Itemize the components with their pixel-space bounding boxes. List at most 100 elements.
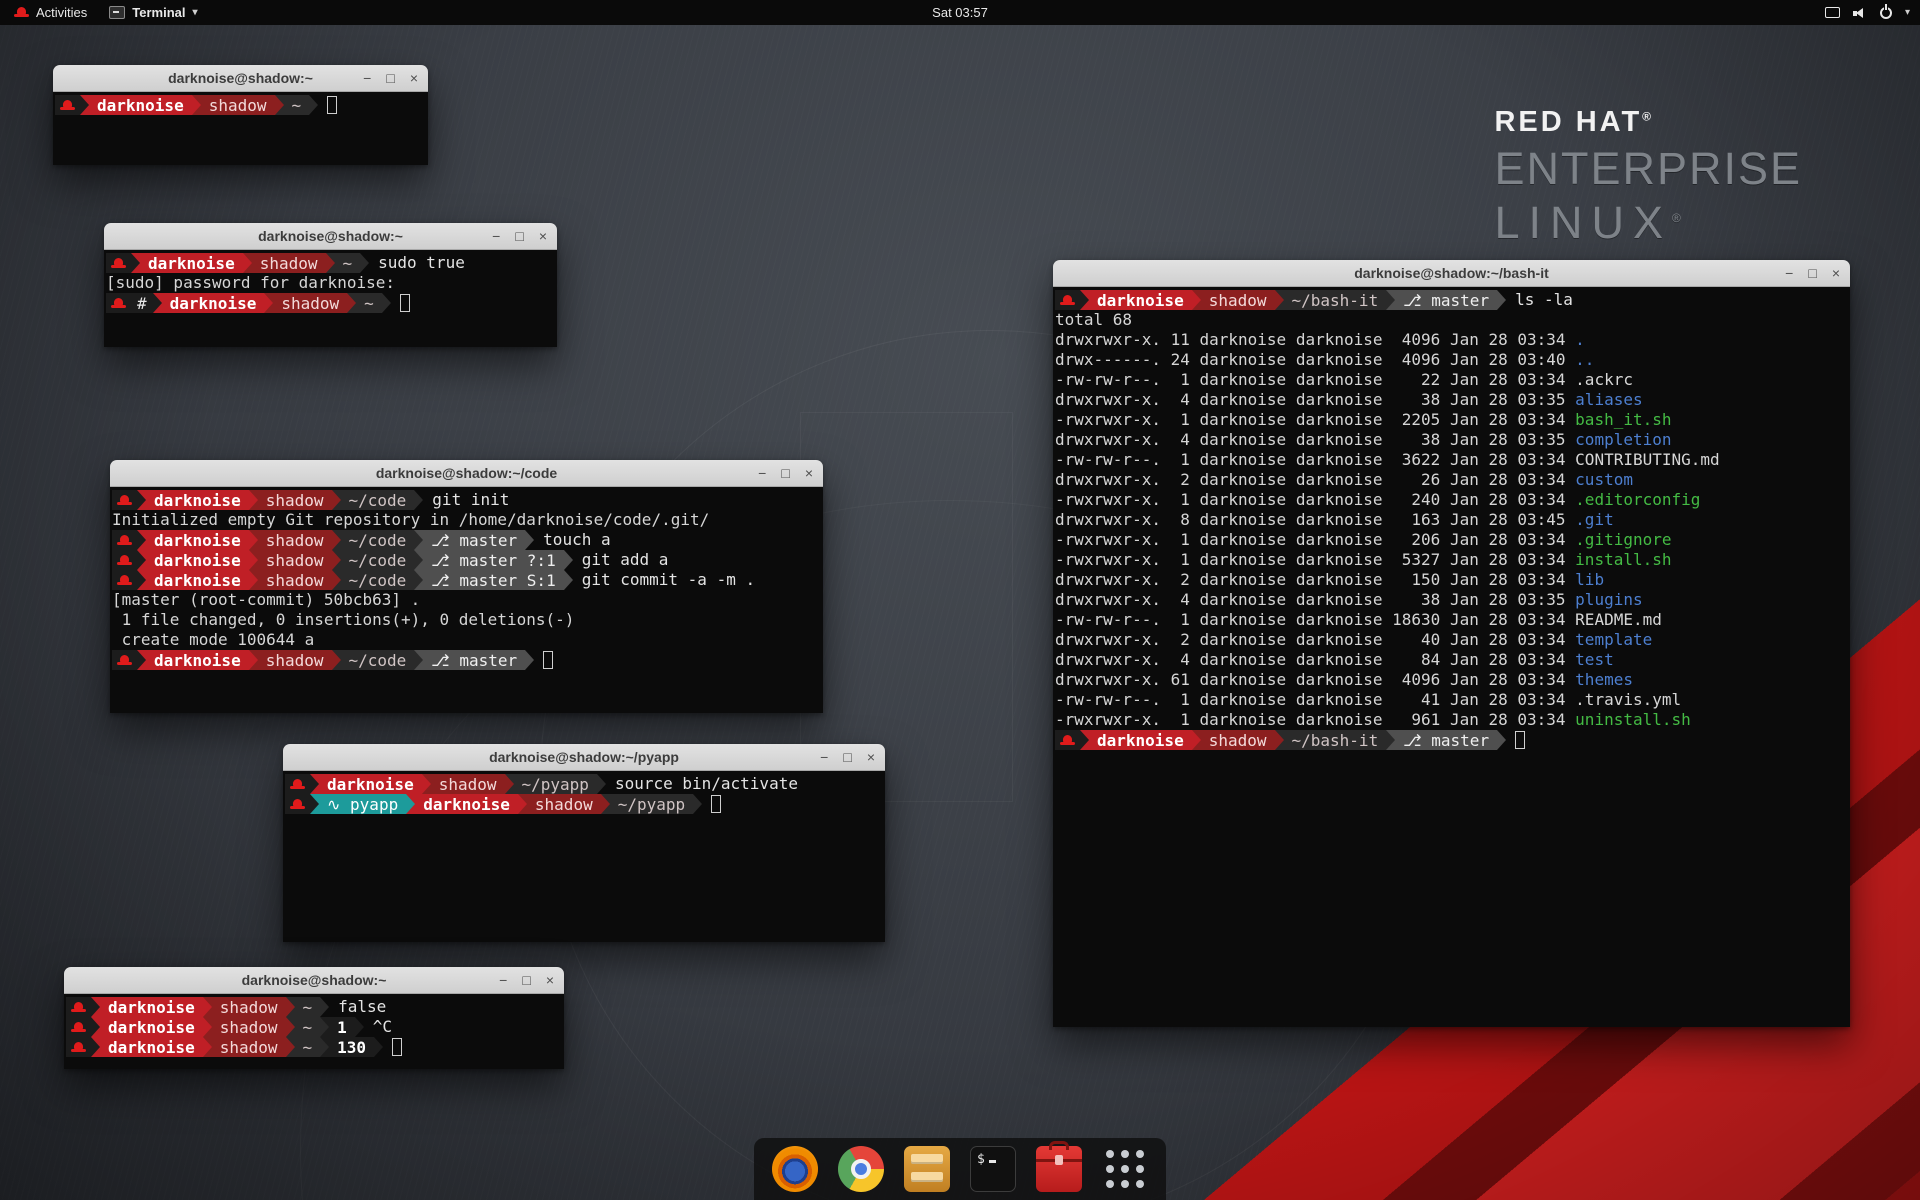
window-titlebar[interactable]: darknoise@shadow:~/bash-it−□× bbox=[1053, 260, 1850, 287]
terminal-line: [master (root-commit) 50bcb63] . bbox=[112, 590, 821, 610]
terminal-line: darknoiseshadow~/codegit init bbox=[112, 490, 821, 510]
close-button[interactable]: × bbox=[539, 229, 547, 243]
chevron-down-icon: ▾ bbox=[193, 7, 198, 18]
activities-button[interactable]: Activities bbox=[8, 5, 93, 20]
prompt-segment-git: ⎇ master S:1 bbox=[423, 570, 563, 590]
terminal-cursor bbox=[711, 795, 721, 813]
dock-chrome-icon[interactable] bbox=[838, 1146, 884, 1192]
terminal-line: darknoiseshadow~/bash-it⎇ masterls -la bbox=[1055, 290, 1848, 310]
close-button[interactable]: × bbox=[546, 973, 554, 987]
close-button[interactable]: × bbox=[867, 750, 875, 764]
prompt-segment-host: shadow bbox=[431, 774, 505, 794]
output-text: -rw-rw-r--. 1 darknoise darknoise 18630 … bbox=[1055, 610, 1575, 630]
minimize-button[interactable]: − bbox=[363, 71, 371, 85]
powerline-separator bbox=[1192, 730, 1201, 750]
minimize-button[interactable]: − bbox=[499, 973, 507, 987]
window-titlebar[interactable]: darknoise@shadow:~−□× bbox=[64, 967, 564, 994]
terminal-line: darknoiseshadow~/pyappsource bin/activat… bbox=[285, 774, 883, 794]
close-button[interactable]: × bbox=[805, 466, 813, 480]
window-controls: − □ × bbox=[499, 967, 554, 993]
powerline-separator bbox=[153, 293, 162, 313]
dock-terminal-icon[interactable]: $ bbox=[970, 1146, 1016, 1192]
prompt-segment-host: shadow bbox=[258, 650, 332, 670]
maximize-button[interactable]: □ bbox=[386, 71, 394, 85]
minimize-button[interactable]: − bbox=[492, 229, 500, 243]
command-text: git init bbox=[423, 490, 509, 510]
terminal-window[interactable]: darknoise@shadow:~−□×darknoiseshadow~sud… bbox=[104, 223, 557, 347]
powerline-separator bbox=[414, 650, 423, 670]
prompt-segment-user: darknoise bbox=[146, 530, 249, 550]
power-icon[interactable] bbox=[1880, 7, 1892, 19]
maximize-button[interactable]: □ bbox=[781, 466, 789, 480]
powerline-separator bbox=[414, 530, 423, 550]
output-text: .ackrc bbox=[1575, 370, 1633, 390]
dock-app-grid-icon[interactable] bbox=[1102, 1146, 1148, 1192]
app-menu-button[interactable]: Terminal ▾ bbox=[109, 5, 197, 20]
output-text: -rwxrwxr-x. 1 darknoise darknoise 206 Ja… bbox=[1055, 530, 1575, 550]
terminal-content[interactable]: darknoiseshadow~/pyappsource bin/activat… bbox=[283, 771, 885, 942]
prompt-segment-user: darknoise bbox=[1089, 290, 1192, 310]
terminal-line: darknoiseshadow~/bash-it⎇ master bbox=[1055, 730, 1848, 750]
prompt-segment-user: darknoise bbox=[146, 650, 249, 670]
terminal-content[interactable]: darknoiseshadow~/bash-it⎇ masterls -lato… bbox=[1053, 287, 1850, 1027]
directory-name: aliases bbox=[1575, 390, 1642, 410]
terminal-line: -rw-rw-r--. 1 darknoise darknoise 22 Jan… bbox=[1055, 370, 1848, 390]
dock-firefox-icon[interactable] bbox=[772, 1146, 818, 1192]
display-icon[interactable] bbox=[1825, 7, 1840, 18]
terminal-line: darknoiseshadow~/code⎇ mastertouch a bbox=[112, 530, 821, 550]
minimize-button[interactable]: − bbox=[758, 466, 766, 480]
output-text: -rwxrwxr-x. 1 darknoise darknoise 2205 J… bbox=[1055, 410, 1575, 430]
powerline-separator bbox=[320, 997, 329, 1017]
redhat-prompt-icon bbox=[112, 490, 137, 510]
terminal-line: darknoiseshadow~ bbox=[55, 95, 426, 115]
maximize-button[interactable]: □ bbox=[515, 229, 523, 243]
window-titlebar[interactable]: darknoise@shadow:~−□× bbox=[104, 223, 557, 250]
close-button[interactable]: × bbox=[1832, 266, 1840, 280]
terminal-content[interactable]: darknoiseshadow~ bbox=[53, 92, 428, 165]
maximize-button[interactable]: □ bbox=[522, 973, 530, 987]
terminal-content[interactable]: darknoiseshadow~falsedarknoiseshadow~1^C… bbox=[64, 994, 564, 1069]
terminal-content[interactable]: darknoiseshadow~/codegit initInitialized… bbox=[110, 487, 823, 713]
minimize-button[interactable]: − bbox=[1785, 266, 1793, 280]
terminal-window[interactable]: darknoise@shadow:~/code−□×darknoiseshado… bbox=[110, 460, 823, 713]
close-button[interactable]: × bbox=[410, 71, 418, 85]
system-menu-chevron-icon[interactable]: ▾ bbox=[1905, 7, 1910, 18]
redhat-prompt-icon bbox=[106, 253, 131, 273]
prompt-segment-host: shadow bbox=[1201, 730, 1275, 750]
directory-name: test bbox=[1575, 650, 1614, 670]
terminal-window[interactable]: darknoise@shadow:~/pyapp−□×darknoiseshad… bbox=[283, 744, 885, 942]
powerline-separator bbox=[414, 570, 423, 590]
minimize-button[interactable]: − bbox=[820, 750, 828, 764]
powerline-separator bbox=[249, 530, 258, 550]
prompt-segment-git: ⎇ master bbox=[423, 650, 525, 670]
directory-name: lib bbox=[1575, 570, 1604, 590]
terminal-window[interactable]: darknoise@shadow:~−□×darknoiseshadow~fal… bbox=[64, 967, 564, 1069]
terminal-line: ∿ pyappdarknoiseshadow~/pyapp bbox=[285, 794, 883, 814]
system-status-area[interactable]: ▾ bbox=[1825, 7, 1910, 19]
dock-files-icon[interactable] bbox=[904, 1146, 950, 1192]
prompt-segment-path: ~/pyapp bbox=[514, 774, 597, 794]
maximize-button[interactable]: □ bbox=[843, 750, 851, 764]
output-text: .travis.yml bbox=[1575, 690, 1681, 710]
volume-icon[interactable] bbox=[1853, 7, 1867, 19]
terminal-window[interactable]: darknoise@shadow:~/bash-it−□×darknoisesh… bbox=[1053, 260, 1850, 1027]
window-titlebar[interactable]: darknoise@shadow:~−□× bbox=[53, 65, 428, 92]
powerline-separator bbox=[1497, 730, 1506, 750]
maximize-button[interactable]: □ bbox=[1808, 266, 1816, 280]
powerline-separator bbox=[332, 650, 341, 670]
output-text: drwxrwxr-x. 2 darknoise darknoise 26 Jan… bbox=[1055, 470, 1575, 490]
output-text: Initialized empty Git repository in /hom… bbox=[112, 510, 709, 530]
window-titlebar[interactable]: darknoise@shadow:~/code−□× bbox=[110, 460, 823, 487]
powerline-separator bbox=[137, 570, 146, 590]
clock[interactable]: Sat 03:57 bbox=[932, 5, 988, 20]
terminal-content[interactable]: darknoiseshadow~sudo true[sudo] password… bbox=[104, 250, 557, 347]
powerline-separator bbox=[564, 550, 573, 570]
window-titlebar[interactable]: darknoise@shadow:~/pyapp−□× bbox=[283, 744, 885, 771]
dock-toolbox-icon[interactable] bbox=[1036, 1146, 1082, 1192]
logo-redhat-text: RED HAT® bbox=[1494, 106, 1802, 139]
terminal-prompt-glyph: $ bbox=[977, 1152, 996, 1167]
terminal-window[interactable]: darknoise@shadow:~−□×darknoiseshadow~ bbox=[53, 65, 428, 165]
powerline-separator bbox=[360, 253, 369, 273]
output-text: drwxrwxr-x. 4 darknoise darknoise 38 Jan… bbox=[1055, 390, 1575, 410]
prompt-segment-host: shadow bbox=[212, 1037, 286, 1057]
